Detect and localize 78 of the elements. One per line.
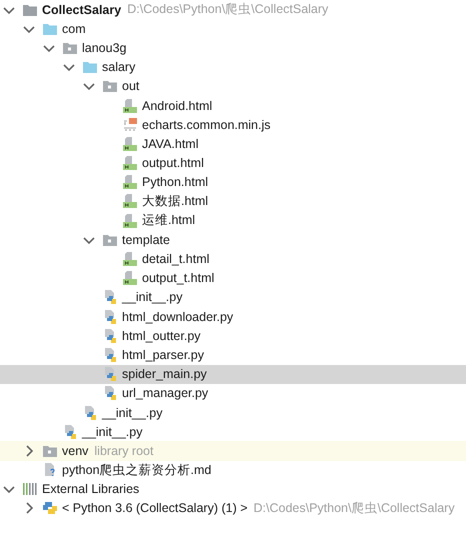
html-file-icon bbox=[122, 212, 138, 229]
tree-row[interactable]: salary bbox=[0, 58, 466, 77]
item-name: Python.html bbox=[142, 175, 208, 190]
item-name: salary bbox=[102, 60, 136, 74]
html-file-icon bbox=[122, 98, 138, 114]
item-name: __init__.py bbox=[82, 424, 142, 439]
item-name: __init__.py bbox=[122, 290, 182, 304]
item-name: < Python 3.6 (CollectSalary) (1) > bbox=[62, 501, 248, 516]
tree-row[interactable]: out bbox=[0, 76, 466, 96]
item-name: 运维.html bbox=[142, 212, 196, 230]
html-file-icon bbox=[122, 251, 138, 268]
item-name: output_t.html bbox=[142, 271, 214, 286]
folder-icon bbox=[82, 59, 98, 76]
tree-row[interactable]: template bbox=[0, 230, 466, 250]
tree-row[interactable]: __init__.py bbox=[0, 288, 466, 307]
html-file-icon bbox=[122, 270, 138, 286]
tree-row[interactable]: html_parser.py bbox=[0, 345, 466, 365]
item-name: venv bbox=[62, 444, 88, 458]
python-file-icon bbox=[102, 328, 118, 344]
tree-row[interactable]: echarts.common.min.js bbox=[0, 115, 466, 134]
tree-row[interactable]: venv library root bbox=[0, 441, 466, 460]
python-file-icon bbox=[102, 385, 118, 402]
item-name: 大数据.html bbox=[142, 192, 208, 210]
tree-row[interactable]: 大数据.html bbox=[0, 192, 466, 212]
folder-icon bbox=[102, 78, 118, 94]
tree-row[interactable]: detail_t.html bbox=[0, 249, 466, 269]
item-name: html_downloader.py bbox=[122, 310, 234, 324]
item-name: Android.html bbox=[142, 98, 212, 113]
item-name: spider_main.py bbox=[122, 367, 207, 382]
python-file-icon bbox=[82, 404, 98, 421]
tree-row[interactable]: output_t.html bbox=[0, 268, 466, 288]
python-file-icon bbox=[102, 308, 118, 325]
script-file-icon bbox=[122, 116, 138, 133]
item-name: out bbox=[122, 79, 140, 94]
item-name: output.html bbox=[142, 156, 204, 170]
item-name: CollectSalary bbox=[42, 2, 122, 17]
tree-row[interactable]: output.html bbox=[0, 154, 466, 173]
item-name: template bbox=[122, 232, 170, 247]
tree-row[interactable]: url_manager.py bbox=[0, 384, 466, 403]
tree-row[interactable]: 运维.html bbox=[0, 211, 466, 230]
item-name: lanou3g bbox=[82, 40, 126, 55]
tree-row[interactable]: JAVA.html bbox=[0, 134, 466, 154]
item-name: JAVA.html bbox=[142, 136, 198, 151]
html-file-icon bbox=[122, 193, 138, 210]
item-name: __init__.py bbox=[102, 406, 162, 420]
tree-row[interactable]: Android.html bbox=[0, 96, 466, 116]
html-file-icon bbox=[122, 155, 138, 172]
item-name: detail_t.html bbox=[142, 252, 210, 266]
tree-row[interactable]: lanou3g bbox=[0, 38, 466, 58]
tree-row[interactable]: __init__.py bbox=[0, 422, 466, 442]
tree-row[interactable]: External Libraries bbox=[0, 480, 466, 499]
tree-row[interactable]: com bbox=[0, 19, 466, 38]
python-icon bbox=[42, 500, 58, 516]
item-path: library root bbox=[94, 444, 154, 458]
python-file-icon bbox=[102, 289, 118, 306]
item-name: com bbox=[62, 22, 86, 36]
item-name: html_outter.py bbox=[122, 328, 201, 343]
python-file-icon bbox=[102, 366, 118, 382]
item-name: python爬虫之薪资分析.md bbox=[62, 462, 212, 479]
item-name: echarts.common.min.js bbox=[142, 118, 271, 132]
tree-row[interactable]: html_downloader.py bbox=[0, 307, 466, 326]
tree-row[interactable]: < Python 3.6 (CollectSalary) (1) > D:\Codes\Python\爬虫\CollectSalary bbox=[0, 498, 466, 518]
html-file-icon bbox=[122, 136, 138, 152]
python-file-icon bbox=[62, 424, 78, 440]
tree-row[interactable]: python爬虫之薪资分析.md bbox=[0, 460, 466, 480]
item-path: D:\Codes\Python\爬虫\CollectSalary bbox=[127, 1, 328, 18]
html-file-icon bbox=[122, 174, 138, 190]
tree-row[interactable]: Python.html bbox=[0, 172, 466, 192]
item-name: External Libraries bbox=[42, 482, 140, 496]
item-name: url_manager.py bbox=[122, 386, 208, 400]
tree-row[interactable]: __init__.py bbox=[0, 402, 466, 422]
python-file-icon bbox=[102, 346, 118, 363]
tree-row[interactable]: html_outter.py bbox=[0, 326, 466, 346]
library-icon bbox=[22, 481, 38, 498]
tree-row[interactable]: spider_main.py bbox=[0, 364, 466, 384]
item-path: D:\Codes\Python\爬虫\CollectSalary bbox=[254, 500, 455, 517]
tree-row[interactable]: CollectSalary D:\Codes\Python\爬虫\CollectSalary bbox=[0, 0, 466, 20]
item-name: html_parser.py bbox=[122, 348, 204, 362]
